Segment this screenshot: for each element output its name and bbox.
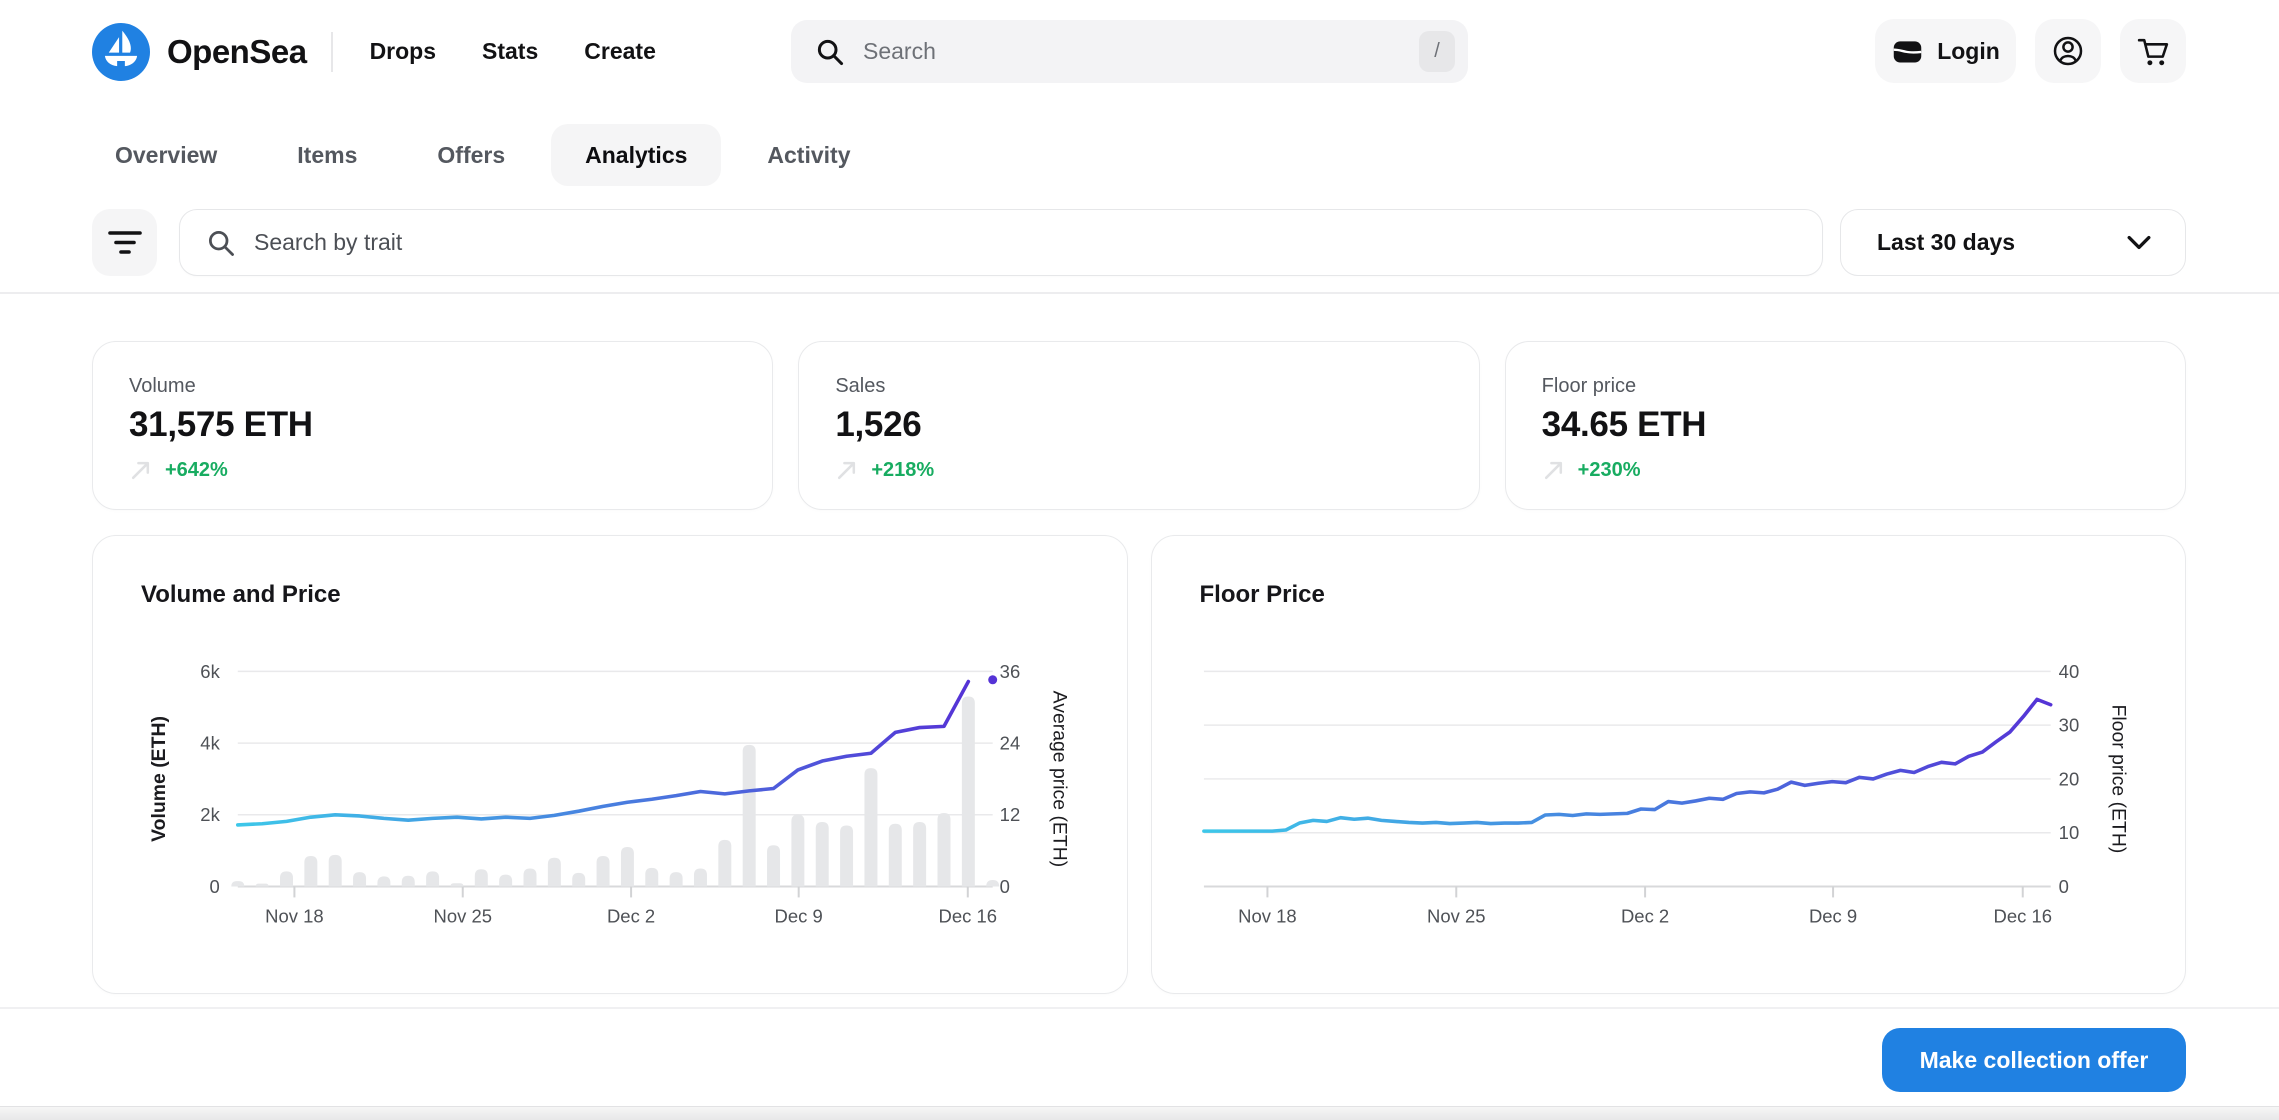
svg-text:24: 24 — [1000, 733, 1021, 754]
svg-text:Nov 25: Nov 25 — [433, 905, 492, 926]
account-button[interactable] — [2035, 19, 2101, 83]
filter-button[interactable] — [92, 209, 157, 276]
chart-title: Volume and Price — [141, 581, 341, 608]
header-actions: Login — [1875, 19, 2186, 83]
chevron-down-icon — [2127, 235, 2151, 250]
brand-name[interactable]: OpenSea — [167, 33, 307, 71]
arrow-up-right-icon — [131, 461, 150, 480]
top-nav: OpenSea Drops Stats Create / Login — [0, 0, 2279, 103]
trait-search-input[interactable] — [252, 228, 1822, 257]
svg-text:10: 10 — [2058, 822, 2079, 843]
svg-text:36: 36 — [1000, 661, 1021, 682]
main-nav: Drops Stats Create — [370, 38, 656, 65]
svg-text:0: 0 — [2058, 876, 2068, 897]
svg-text:20: 20 — [2058, 768, 2079, 789]
stat-change: +218% — [835, 459, 1442, 482]
svg-text:Dec 16: Dec 16 — [939, 905, 998, 926]
volume-price-chart-card: 0 12 24 36 0 2k 4k 6k Nov 18 Nov 25 Dec 2 Dec 9 Dec … — [92, 535, 1128, 994]
svg-text:0: 0 — [1000, 876, 1010, 897]
bottom-strip — [0, 1106, 2279, 1120]
shopping-cart-icon — [2137, 38, 2168, 65]
global-search[interactable]: / — [791, 20, 1468, 83]
nav-link-drops[interactable]: Drops — [370, 38, 436, 65]
stat-value: 31,575 ETH — [129, 405, 313, 444]
svg-text:Dec 9: Dec 9 — [775, 905, 823, 926]
floor-price-stat-card: Floor price 34.65 ETH +230% — [1504, 341, 2186, 510]
svg-text:40: 40 — [2058, 661, 2079, 682]
search-icon — [817, 39, 844, 65]
stat-change-pct: +642% — [165, 459, 228, 481]
filter-lines-icon — [107, 230, 142, 254]
svg-text:Average price (ETH): Average price (ETH) — [1049, 691, 1071, 868]
section-divider — [0, 292, 2279, 294]
user-circle-icon — [2053, 36, 2083, 66]
search-input[interactable] — [861, 37, 1419, 66]
collection-tabs: Overview Items Offers Analytics Activity — [115, 124, 851, 186]
wallet-icon — [1893, 40, 1922, 62]
opensea-analytics-page: OpenSea Drops Stats Create / Login — [0, 0, 2279, 1120]
stat-change-pct: +230% — [1577, 459, 1641, 481]
svg-text:Nov 25: Nov 25 — [1427, 905, 1486, 926]
svg-text:Nov 18: Nov 18 — [265, 905, 324, 926]
svg-text:0: 0 — [210, 876, 220, 897]
stat-value: 1,526 — [835, 405, 922, 444]
make-collection-offer-button[interactable]: Make collection offer — [1882, 1028, 2186, 1092]
charts-row: 0 12 24 36 0 2k 4k 6k Nov 18 Nov 25 Dec 2 Dec 9 Dec … — [92, 535, 2186, 994]
volume-stat-card: Volume 31,575 ETH +642% — [92, 341, 774, 510]
tab-activity[interactable]: Activity — [767, 142, 850, 169]
svg-text:4k: 4k — [200, 733, 220, 754]
stat-value: 34.65 ETH — [1541, 405, 1707, 444]
stat-label: Sales — [835, 375, 886, 397]
stat-label: Volume — [129, 375, 196, 397]
svg-text:Dec 2: Dec 2 — [607, 905, 655, 926]
chart-title: Floor Price — [1199, 581, 1325, 608]
footer-divider — [0, 1007, 2279, 1009]
cart-button[interactable] — [2120, 19, 2186, 83]
stat-change: +230% — [1542, 459, 2149, 482]
search-icon — [209, 230, 234, 256]
svg-text:12: 12 — [1000, 804, 1021, 825]
opensea-logo-icon[interactable] — [92, 22, 150, 81]
stat-change-pct: +218% — [871, 459, 935, 481]
svg-text:Dec 2: Dec 2 — [1620, 905, 1668, 926]
svg-text:Dec 9: Dec 9 — [1808, 905, 1856, 926]
time-range-dropdown[interactable]: Last 30 days — [1840, 209, 2186, 276]
trait-search[interactable] — [179, 209, 1823, 276]
nav-link-stats[interactable]: Stats — [482, 38, 538, 65]
stat-label: Floor price — [1541, 375, 1637, 397]
tab-offers[interactable]: Offers — [437, 142, 505, 169]
svg-text:Dec 16: Dec 16 — [1993, 905, 2052, 926]
header-divider — [330, 31, 333, 72]
login-button[interactable]: Login — [1875, 19, 2016, 83]
tab-overview[interactable]: Overview — [115, 142, 217, 169]
sales-stat-card: Sales 1,526 +218% — [798, 341, 1480, 510]
stat-change: +642% — [129, 459, 736, 482]
login-label: Login — [1937, 37, 2000, 64]
svg-text:6k: 6k — [200, 661, 220, 682]
tab-items[interactable]: Items — [297, 142, 357, 169]
svg-text:30: 30 — [2058, 715, 2079, 736]
arrow-up-right-icon — [838, 461, 856, 480]
time-range-value: Last 30 days — [1877, 229, 2016, 255]
svg-text:Floor price (ETH): Floor price (ETH) — [2107, 705, 2129, 854]
tab-analytics[interactable]: Analytics — [551, 124, 722, 186]
svg-text:Volume (ETH): Volume (ETH) — [148, 716, 170, 842]
svg-text:Nov 18: Nov 18 — [1238, 905, 1297, 926]
arrow-up-right-icon — [1544, 461, 1562, 480]
stats-row: Volume 31,575 ETH +642% Sales 1,526 +218… — [92, 341, 2186, 510]
svg-text:2k: 2k — [200, 804, 220, 825]
search-shortcut-key: / — [1419, 31, 1455, 72]
floor-price-chart-card: 0 10 20 30 40 Nov 18 Nov 25 Dec 2 Dec 9 Dec 16 Flo… — [1150, 535, 2186, 994]
nav-link-create[interactable]: Create — [584, 38, 656, 65]
